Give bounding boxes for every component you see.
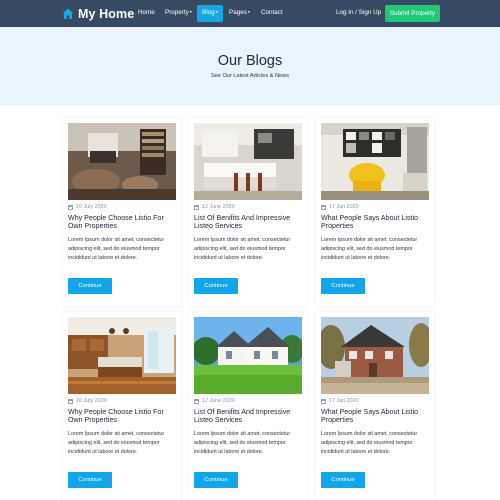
nav-contact[interactable]: Contact [261, 9, 283, 16]
blog-card: 17 Jan 2020 What People Says About Listi… [316, 312, 434, 500]
blog-card: 17 Jan 2020 What People Says About Listi… [316, 118, 434, 306]
brand-name: My Home [78, 6, 135, 21]
blog-excerpt: Lorem Ipsum dolor sit amet, consectetur … [321, 431, 418, 455]
blog-date: 12 June 2020 [202, 204, 235, 210]
continue-button[interactable]: Continue [321, 472, 365, 488]
nav-pages[interactable]: Pages▾ [229, 9, 250, 16]
blog-date: 12 June 2020 [202, 398, 235, 404]
blog-title[interactable]: Why People Choose Listio For Own Propert… [68, 214, 180, 231]
chevron-down-icon: ▾ [189, 9, 192, 14]
blog-excerpt: Lorem Ipsum dolor sit amet, consectetur … [194, 237, 291, 261]
blog-date: 17 Jan 2020 [329, 398, 359, 404]
nav-blog-label: Blog [202, 9, 215, 16]
blog-title[interactable]: List Of Benifits And Impressive Listeo S… [194, 214, 306, 231]
blog-title[interactable]: Why People Choose Listio For Own Propert… [68, 408, 180, 425]
blog-card: 12 June 2020 List Of Benifits And Impres… [189, 118, 307, 306]
blog-excerpt: Lorem Ipsum dolor sit amet, consectetur … [68, 237, 165, 261]
blog-title[interactable]: What People Says About Listio Properties [321, 408, 433, 425]
nav-property-label: Property [165, 9, 189, 16]
page-subtitle: See Our Latest Articles & News [210, 73, 290, 79]
blog-image-brick-house[interactable] [321, 317, 429, 394]
blog-title[interactable]: List Of Benifits And Impressive Listeo S… [194, 408, 306, 425]
chevron-down-icon: ▾ [215, 9, 218, 14]
blog-date: 10 July 2020 [76, 204, 107, 210]
continue-button[interactable]: Continue [68, 278, 112, 294]
home-icon [62, 8, 74, 19]
chevron-down-icon: ▾ [247, 9, 250, 14]
continue-button[interactable]: Continue [194, 472, 238, 488]
blog-title[interactable]: What People Says About Listio Properties [321, 214, 433, 231]
calendar-icon [321, 398, 326, 404]
calendar-icon [68, 398, 73, 404]
continue-button[interactable]: Continue [68, 472, 112, 488]
brand-logo[interactable]: My Home [62, 5, 134, 22]
blog-image-yellow-chair[interactable] [321, 123, 429, 200]
blog-excerpt: Lorem Ipsum dolor sit amet, consectetur … [321, 237, 418, 261]
submit-property-button[interactable]: Submit Property [385, 5, 440, 22]
blog-card: 10 July 2020 Why People Choose Listio Fo… [63, 312, 181, 500]
calendar-icon [194, 204, 199, 210]
continue-button[interactable]: Continue [194, 278, 238, 294]
blog-excerpt: Lorem Ipsum dolor sit amet, consectetur … [194, 431, 291, 455]
continue-button[interactable]: Continue [321, 278, 365, 294]
login-signup-link[interactable]: Log In / Sign Up [336, 9, 381, 16]
nav-home[interactable]: Home [138, 9, 155, 16]
blog-image-wood-kitchen[interactable] [68, 317, 176, 394]
blog-image-white-house[interactable] [194, 317, 302, 394]
calendar-icon [321, 204, 326, 210]
blog-card: 10 July 2020 Why People Choose Listio Fo… [63, 118, 181, 306]
calendar-icon [194, 398, 199, 404]
navbar: My Home Home Property▾ Blog▾ Pages▾ Cont… [0, 0, 500, 27]
hero-banner: Our Blogs See Our Latest Articles & News [0, 27, 500, 105]
page-title: Our Blogs [217, 53, 283, 69]
nav-property[interactable]: Property▾ [165, 9, 192, 16]
blog-image-kitchen[interactable] [194, 123, 302, 200]
nav-pages-label: Pages [229, 9, 247, 16]
blog-date: 10 July 2020 [76, 398, 107, 404]
blog-date: 17 Jan 2020 [329, 204, 359, 210]
nav-blog[interactable]: Blog▾ [197, 5, 223, 22]
blog-excerpt: Lorem Ipsum dolor sit amet, consectetur … [68, 431, 165, 455]
blog-image-living-room[interactable] [68, 123, 176, 200]
blog-card: 12 June 2020 List Of Benifits And Impres… [189, 312, 307, 500]
calendar-icon [68, 204, 73, 210]
